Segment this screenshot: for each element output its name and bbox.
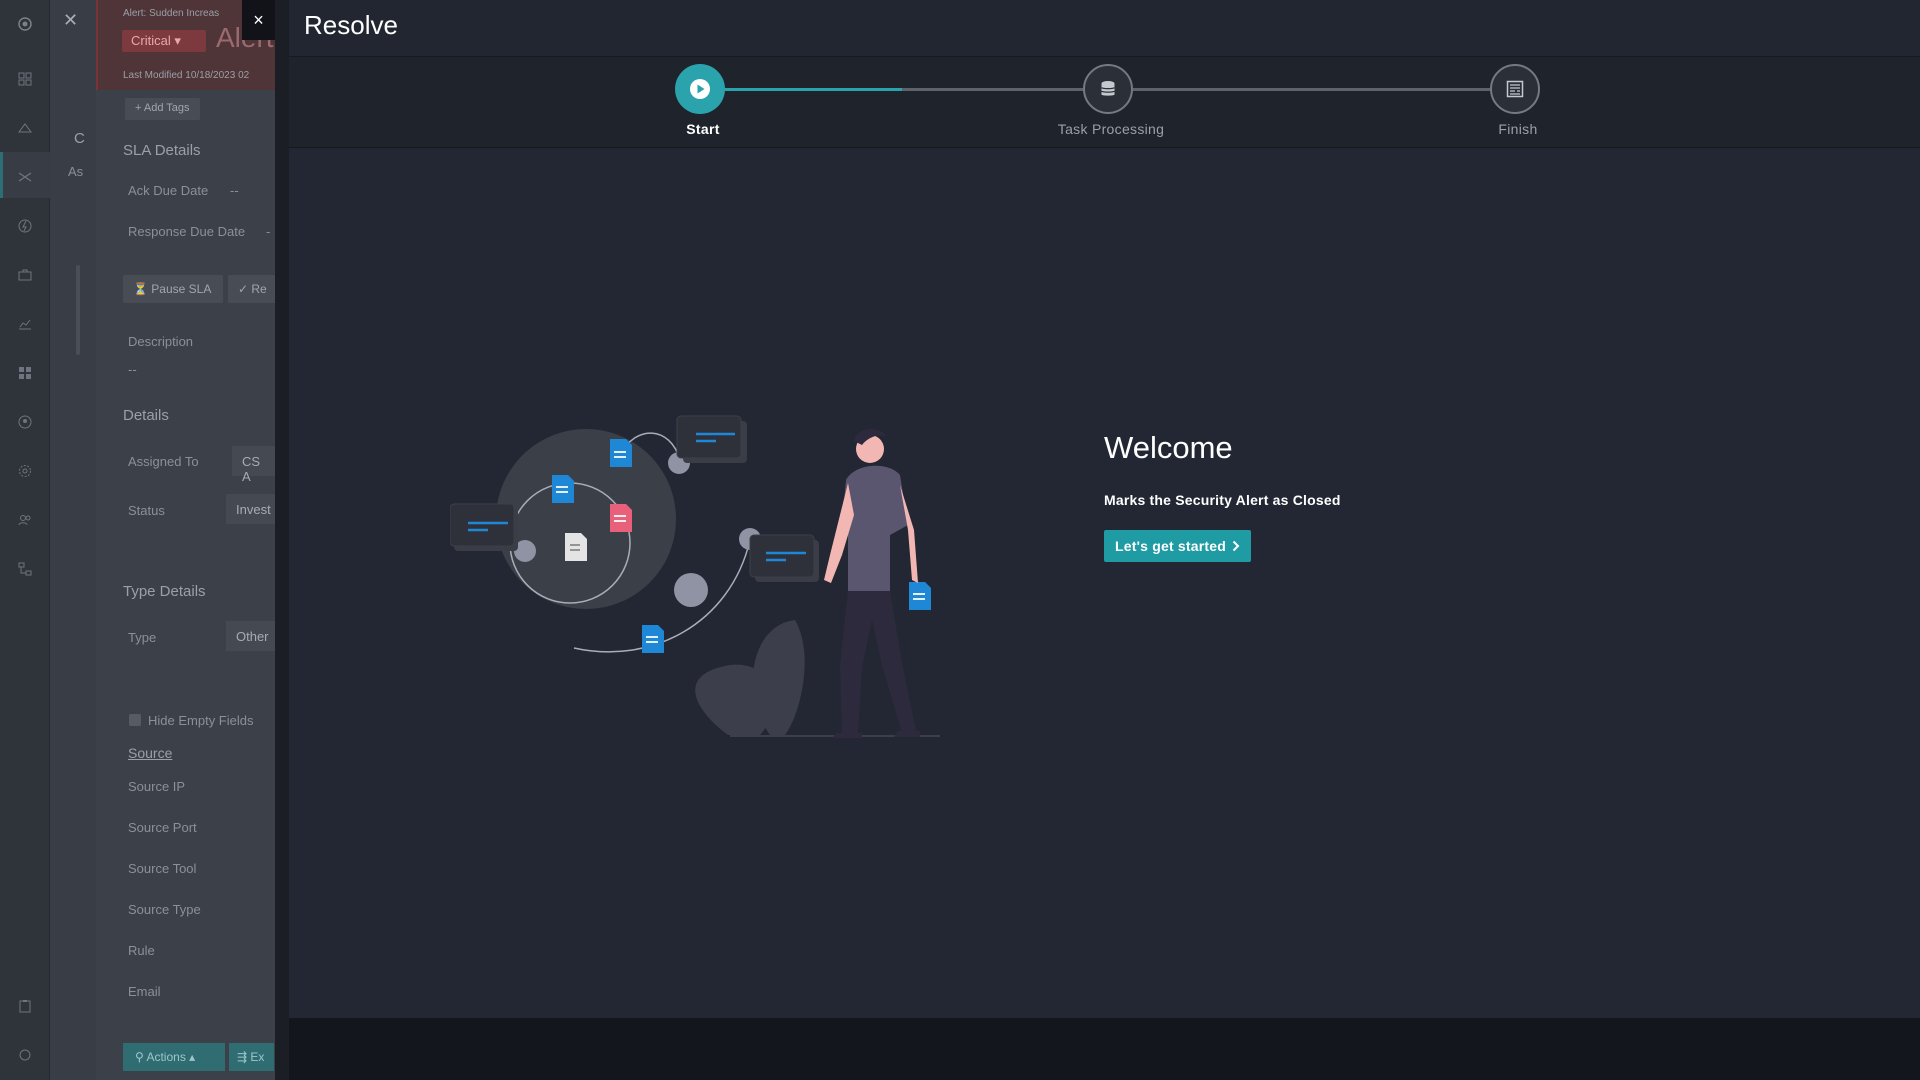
status-label: Status [128,503,165,518]
source-ip-label: Source IP [128,779,186,794]
step-progress-fill [725,88,902,91]
execute-icon: ⇶ [237,1050,251,1064]
add-tags-button[interactable]: + Add Tags [125,98,200,120]
close-icon: × [253,9,264,30]
description-label: Description [128,334,194,349]
users-icon[interactable] [14,509,36,531]
apps-grid-icon[interactable] [14,362,36,384]
last-modified: Last Modified 10/18/2023 02 [123,70,250,81]
type-field[interactable]: Other [226,621,276,651]
step-start[interactable] [675,64,725,114]
alert-title-prefix: Alert: Sudden Increas [123,8,220,19]
welcome-illustration [450,415,940,738]
incidents-icon[interactable] [14,117,36,139]
sla-heading: SLA Details [123,142,201,159]
source-type-label: Source Type [128,902,201,917]
reports-chart-icon[interactable] [14,313,36,335]
status-field[interactable]: Invest [226,494,276,524]
hide-empty-checkbox[interactable] [129,714,141,726]
hide-empty-label: Hide Empty Fields [148,713,254,728]
source-tool-label: Source Tool [128,861,197,876]
link-icon: ⚲ [135,1050,147,1064]
step-task-processing[interactable] [1083,64,1133,114]
app-nav-rail [0,0,52,1080]
report-icon [1506,80,1524,98]
check-icon: ✓ [238,282,252,296]
step-finish[interactable] [1490,64,1540,114]
drawer-gutter [275,0,289,1080]
chevron-right-icon [1232,540,1240,552]
get-started-button[interactable]: Let's get started [1104,530,1251,562]
ack-due-label: Ack Due Date [128,183,209,198]
description-value: -- [128,362,137,377]
app-logo-icon[interactable] [14,13,36,35]
rule-label: Rule [128,943,155,958]
response-due-value: - [266,224,271,239]
tab-as[interactable]: As [68,164,83,179]
step-finish-label: Finish [1498,121,1538,137]
assigned-to-label: Assigned To [128,454,199,469]
filter-icon: ⏳ [133,282,152,296]
user-settings-icon[interactable] [14,1044,36,1066]
settings-cog-icon[interactable] [14,460,36,482]
type-details-heading: Type Details [123,583,206,600]
bg-scrollbar[interactable] [76,265,80,355]
play-icon [690,79,710,99]
secondary-panel [50,0,96,1080]
severity-badge[interactable]: Critical ▾ [122,30,206,52]
dashboard-icon[interactable] [14,68,36,90]
details-heading: Details [123,407,169,424]
step-start-label: Start [686,121,720,137]
drawer-footer [289,1018,1920,1080]
shuffle-icon[interactable] [14,166,36,188]
step-task-processing-label: Task Processing [1057,121,1165,137]
database-icon [1100,81,1116,96]
step-track-2 [1133,88,1490,91]
assigned-to-field[interactable]: CS A [232,446,276,484]
welcome-title: Welcome [1104,430,1233,465]
drawer-title: Resolve [304,10,398,40]
email-label: Email [128,984,161,999]
actions-button[interactable]: ⚲ Actions ▴ [123,1043,225,1071]
pause-sla-button[interactable]: ⏳ Pause SLA [123,275,223,303]
drawer-close-button[interactable]: × [242,0,275,40]
execute-button[interactable]: ⇶ Ex [229,1043,274,1071]
briefcase-icon[interactable] [14,264,36,286]
response-due-label: Response Due Date [128,224,246,239]
resume-sla-button[interactable]: ✓ Re [228,275,278,303]
get-started-label: Let's get started [1115,538,1226,554]
welcome-description: Marks the Security Alert as Closed [1104,492,1341,508]
user-circle-icon[interactable] [14,411,36,433]
clipboard-icon[interactable] [14,995,36,1017]
lightning-icon[interactable] [14,215,36,237]
close-record-icon[interactable]: ✕ [63,10,78,31]
ack-due-value: -- [230,183,239,198]
source-port-label: Source Port [128,820,197,835]
tab-c[interactable]: C [74,130,85,147]
type-label: Type [128,630,157,645]
workflow-icon[interactable] [14,558,36,580]
source-tab[interactable]: Source [128,745,172,761]
